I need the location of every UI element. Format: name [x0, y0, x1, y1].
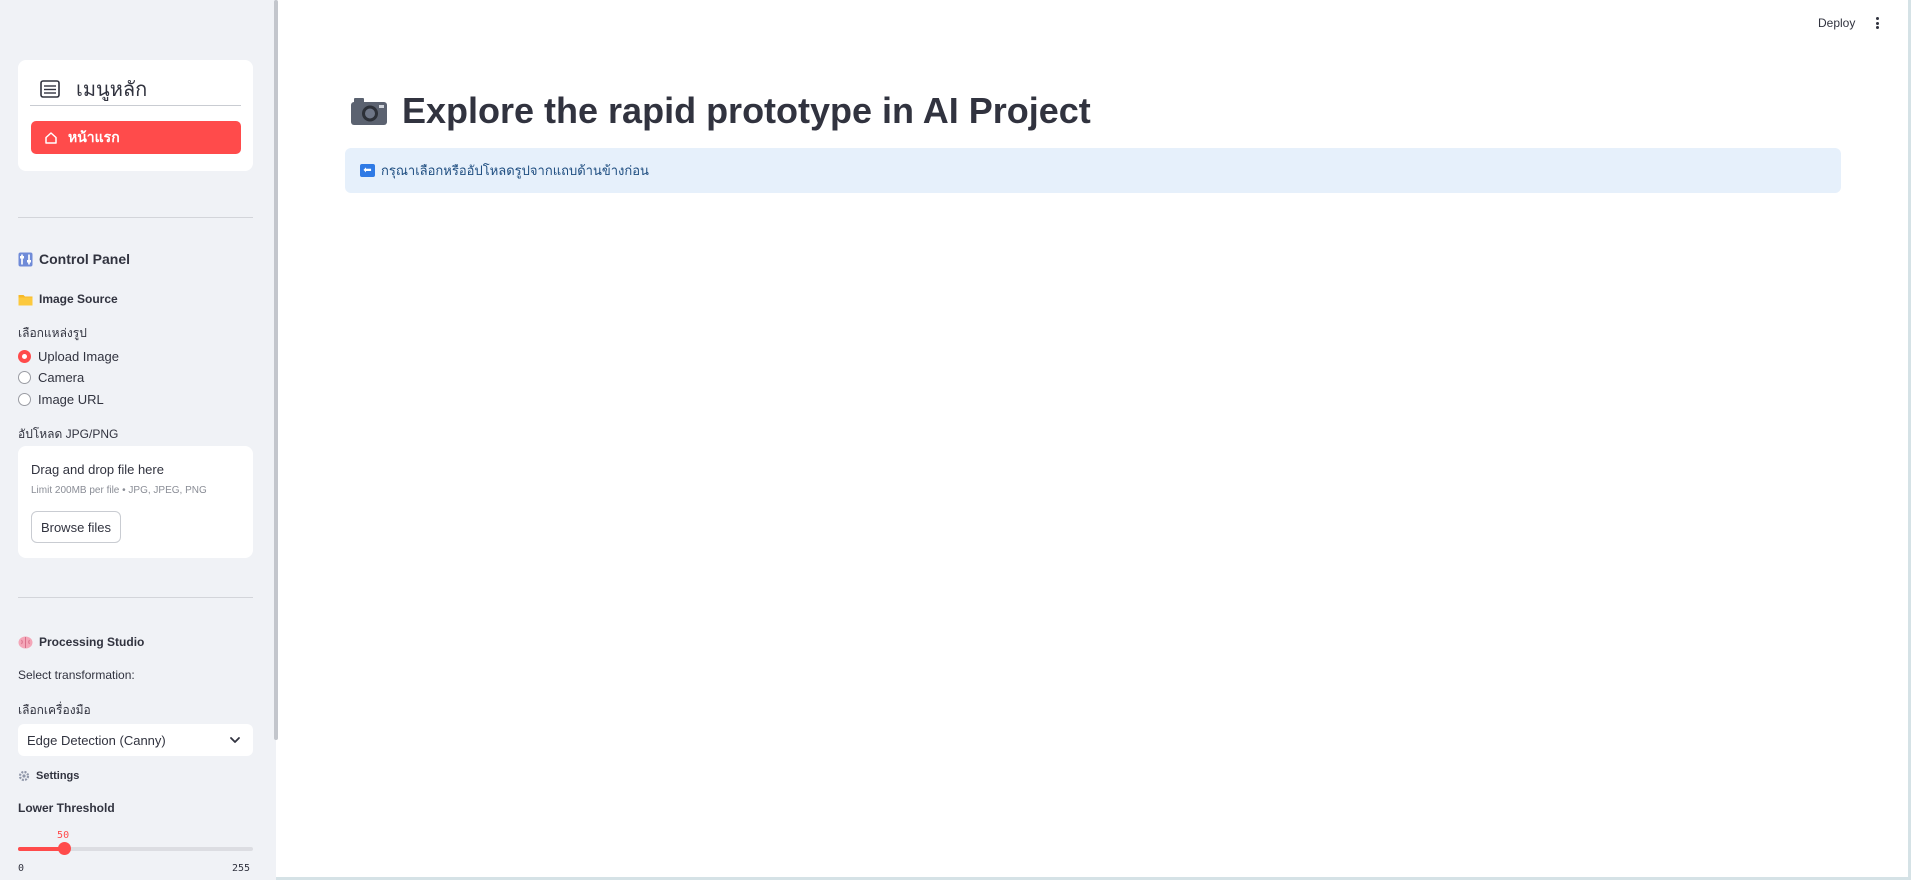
- slider-thumb[interactable]: [58, 842, 72, 855]
- home-icon: [44, 131, 58, 145]
- sidebar: เมนูหลัก หน้าแรก Control Panel Image Sou…: [0, 0, 276, 880]
- nav-menu-card: เมนูหลัก หน้าแรก: [18, 60, 253, 171]
- radio-button-url[interactable]: [18, 393, 31, 406]
- nav-menu-header: เมนูหลัก: [30, 72, 241, 106]
- transformation-subtitle: Select transformation:: [18, 668, 135, 682]
- left-arrow-icon: ⬅: [360, 164, 375, 177]
- folder-icon: [18, 293, 33, 306]
- radio-option-camera[interactable]: Camera: [18, 370, 84, 385]
- dropzone-limit: Limit 200MB per file • JPG, JPEG, PNG: [31, 485, 207, 496]
- processing-studio-title: Processing Studio: [39, 635, 145, 649]
- sidebar-divider: [18, 217, 253, 218]
- control-knobs-icon: [18, 252, 33, 267]
- control-panel-title: Control Panel: [39, 251, 131, 267]
- sidebar-divider: [18, 597, 253, 598]
- slider-label: Lower Threshold: [18, 801, 115, 815]
- menu-list-icon: [40, 78, 62, 100]
- camera-icon: [350, 96, 388, 126]
- slider-max: 255: [232, 863, 251, 874]
- tool-select[interactable]: Edge Detection (Canny): [18, 724, 253, 756]
- browse-files-button[interactable]: Browse files: [31, 511, 121, 543]
- tool-select-value: Edge Detection (Canny): [27, 732, 166, 748]
- gear-icon: [18, 770, 30, 782]
- nav-home-button[interactable]: หน้าแรก: [31, 121, 241, 154]
- radio-label-url: Image URL: [38, 392, 104, 407]
- chevron-down-icon: [229, 734, 241, 746]
- nav-menu-title: เมนูหลัก: [76, 78, 148, 101]
- radio-label-upload: Upload Image: [38, 349, 119, 364]
- radio-button-upload[interactable]: [18, 350, 31, 363]
- uploader-label: อัปโหลด JPG/PNG: [18, 427, 119, 441]
- brain-icon: [18, 636, 33, 649]
- radio-button-camera[interactable]: [18, 371, 31, 384]
- page-title: Explore the rapid prototype in AI Projec…: [350, 90, 1091, 132]
- info-alert-text: กรุณาเลือกหรืออัปโหลดรูปจากแถบด้านข้างก่…: [381, 163, 649, 178]
- settings-title: Settings: [36, 770, 80, 782]
- tool-select-label: เลือกเครื่องมือ: [18, 703, 91, 717]
- slider-min: 0: [18, 863, 25, 874]
- radio-option-upload[interactable]: Upload Image: [18, 349, 119, 364]
- slider-current-value: 50: [57, 830, 70, 841]
- info-alert: ⬅ กรุณาเลือกหรืออัปโหลดรูปจากแถบด้านข้าง…: [345, 148, 1841, 193]
- image-source-heading: Image Source: [18, 292, 118, 306]
- radio-label-camera: Camera: [38, 370, 85, 385]
- main-menu-kebab-icon[interactable]: [1870, 15, 1884, 31]
- dropzone-text: Drag and drop file here: [31, 462, 164, 477]
- sidebar-scrollbar[interactable]: [274, 0, 278, 740]
- image-source-title: Image Source: [39, 292, 118, 306]
- radio-option-url[interactable]: Image URL: [18, 392, 104, 407]
- slider-track[interactable]: [18, 847, 253, 851]
- image-source-radio-label: เลือกแหล่งรูป: [18, 326, 87, 340]
- settings-heading: Settings: [18, 770, 79, 782]
- nav-home-label: หน้าแรก: [68, 128, 120, 145]
- file-uploader-dropzone[interactable]: Drag and drop file here Limit 200MB per …: [18, 446, 253, 558]
- page-title-text: Explore the rapid prototype in AI Projec…: [402, 90, 1091, 131]
- control-panel-heading: Control Panel: [18, 251, 130, 267]
- deploy-button[interactable]: Deploy: [1818, 16, 1855, 30]
- processing-studio-heading: Processing Studio: [18, 635, 144, 649]
